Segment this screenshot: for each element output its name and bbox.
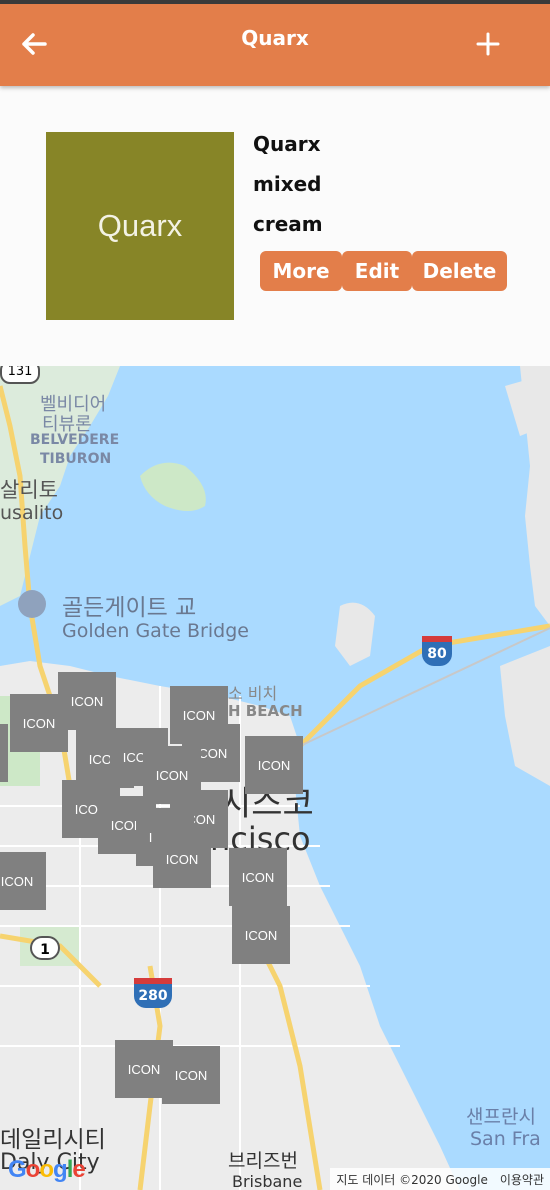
map-marker[interactable]: ICON — [0, 852, 46, 910]
highway-shield-131: 131 — [0, 366, 40, 384]
highway-shield-1: 1 — [30, 936, 60, 960]
map-marker[interactable]: ICON — [58, 672, 116, 730]
map-marker[interactable]: ICON — [162, 1046, 220, 1104]
terms-link[interactable]: 이용약관 — [500, 1171, 544, 1188]
app-header: Quarx — [0, 0, 550, 86]
label-belvedere: BELVEDERE — [30, 432, 120, 448]
label-brisbane-ko: 브리즈번 — [228, 1150, 298, 1172]
map-marker[interactable]: ICON — [0, 724, 8, 782]
item-thumbnail: Quarx — [46, 132, 234, 320]
thumbnail-text: Quarx — [97, 208, 183, 243]
item-type: mixed — [253, 172, 322, 196]
item-detail-card: Quarx Quarx mixed cream More Edit Delete — [0, 86, 550, 366]
label-brisbane: Brisbane — [232, 1172, 303, 1190]
golden-gate-pin-icon — [18, 590, 46, 618]
highway-shield-280: 280 — [134, 978, 172, 1008]
label-sausalito: usalito — [0, 502, 64, 524]
map-marker[interactable]: ICON — [153, 830, 211, 888]
plus-icon — [476, 32, 500, 56]
map-marker[interactable]: ICON — [245, 736, 303, 794]
attribution-text: 지도 데이터 ©2020 Google — [336, 1172, 488, 1187]
label-golden-gate: Golden Gate Bridge — [62, 620, 249, 642]
map-view[interactable]: 131 80 1 280 벨비디어 티뷰론 BELVEDERE TIBURON … — [0, 366, 550, 1190]
google-logo: Google — [8, 1156, 86, 1183]
label-san-fran: San Fra — [470, 1128, 541, 1150]
label-tiburon: TIBURON — [40, 451, 112, 467]
map-marker[interactable]: ICON — [232, 906, 290, 964]
map-attribution: 지도 데이터 ©2020 Google 이용약관 — [330, 1168, 550, 1190]
label-daly-city-ko: 데일리시티 — [0, 1127, 106, 1153]
item-name: Quarx — [253, 132, 321, 156]
label-san-fran-ko: 샌프란시 — [466, 1106, 536, 1128]
label-golden-gate-ko: 골든게이트 교 — [62, 595, 197, 621]
more-button[interactable]: More — [260, 251, 342, 291]
item-flavor: cream — [253, 212, 323, 236]
map-marker[interactable]: ICON — [229, 848, 287, 906]
label-sausalito-ko: 살리토 — [0, 478, 58, 502]
label-north-beach: H BEACH — [228, 702, 303, 720]
label-north-beach-ko: 소 비치 — [228, 684, 278, 703]
edit-button[interactable]: Edit — [342, 251, 412, 291]
delete-button[interactable]: Delete — [412, 251, 507, 291]
highway-shield-80: 80 — [422, 636, 452, 666]
add-button[interactable] — [466, 22, 510, 66]
